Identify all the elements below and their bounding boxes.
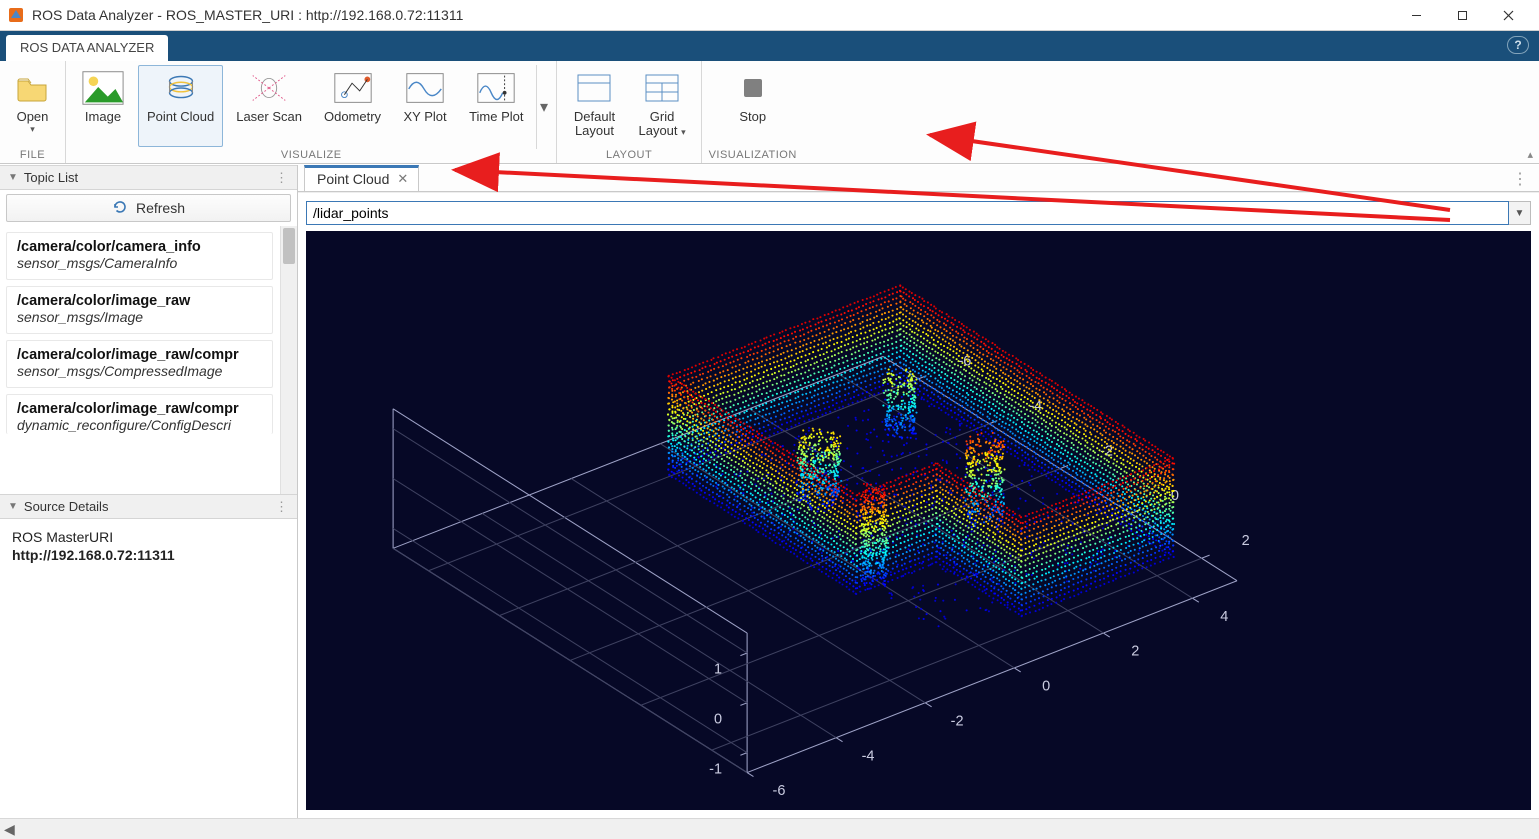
source-details-title: Source Details [24,499,109,514]
source-key: ROS MasterURI [12,529,285,545]
tab-label: Point Cloud [317,171,389,187]
layout-group-label: LAYOUT [606,149,652,163]
laserscan-label: Laser Scan [236,110,302,124]
svg-text:-2: -2 [951,713,964,729]
sidebar: ▼ Topic List ⋮ Refresh /camera/color/cam… [0,165,298,818]
topic-type: sensor_msgs/CameraInfo [17,255,262,271]
close-button[interactable] [1485,0,1531,30]
refresh-icon [112,199,128,218]
open-button[interactable]: Open ▾ [2,65,64,147]
svg-text:-6: -6 [773,783,786,799]
visualize-expand[interactable]: ▾ [536,65,550,149]
svg-text:2: 2 [1131,644,1139,660]
timeplot-icon [474,68,518,108]
svg-text:2: 2 [1242,533,1250,549]
stop-button[interactable]: Stop [708,65,798,147]
default-layout-icon [572,68,616,108]
topic-type: sensor_msgs/CompressedImage [17,363,262,379]
pointcloud-button[interactable]: Point Cloud [138,65,223,147]
help-icon[interactable]: ? [1507,36,1529,54]
visualization-group-label: VISUALIZATION [709,149,797,163]
topic-type: dynamic_reconfigure/ConfigDescri [17,417,262,433]
list-item[interactable]: /camera/color/image_raw/compr dynamic_re… [6,394,273,434]
svg-text:-4: -4 [862,748,875,764]
document-tabs: Point Cloud ✕ ⋮ [298,165,1539,192]
xyplot-label: XY Plot [404,110,447,124]
scrollbar[interactable] [280,226,297,494]
list-item[interactable]: /camera/color/image_raw sensor_msgs/Imag… [6,286,273,334]
pointcloud-canvas[interactable]: -101-6-4-2024-6-4-202 [306,231,1531,810]
default-layout-label: Default Layout [574,110,615,139]
title-bar: ROS Data Analyzer - ROS_MASTER_URI : htt… [0,0,1539,31]
svg-text:0: 0 [1042,679,1050,695]
image-button[interactable]: Image [72,65,134,147]
chevron-down-icon: ▼ [8,172,18,183]
close-tab-icon[interactable]: ✕ [397,171,408,187]
topic-name: /camera/color/camera_info [17,239,262,255]
topic-select-input[interactable] [306,201,1509,225]
source-details: ROS MasterURI http://192.168.0.72:11311 [0,519,297,573]
xyplot-icon [403,68,447,108]
tab-pointcloud[interactable]: Point Cloud ✕ [304,165,419,191]
topic-list-header[interactable]: ▼ Topic List ⋮ [0,165,297,190]
topic-list-title: Topic List [24,170,78,185]
image-label: Image [85,110,121,124]
timeplot-button[interactable]: Time Plot [460,65,532,147]
grid-layout-icon [640,68,684,108]
topic-type: sensor_msgs/Image [17,309,262,325]
image-icon [81,68,125,108]
back-icon[interactable]: ◀ [4,821,15,838]
list-item[interactable]: /camera/color/image_raw/compr sensor_msg… [6,340,273,388]
grid-layout-label: Grid Layout [638,109,677,138]
stop-label: Stop [739,110,766,124]
topic-name: /camera/color/image_raw/compr [17,347,262,363]
odometry-icon [331,68,375,108]
pointcloud-icon [159,68,203,108]
topic-name: /camera/color/image_raw [17,293,262,309]
xyplot-button[interactable]: XY Plot [394,65,456,147]
source-value: http://192.168.0.72:11311 [12,547,285,563]
ribbon-strip: ROS DATA ANALYZER ? [0,31,1539,61]
timeplot-label: Time Plot [469,110,523,124]
folder-icon [11,68,55,108]
odometry-label: Odometry [324,110,381,124]
maximize-button[interactable] [1439,0,1485,30]
open-dropdown-icon: ▾ [30,124,35,135]
window-title: ROS Data Analyzer - ROS_MASTER_URI : htt… [32,7,463,23]
pointcloud-label: Point Cloud [147,110,214,124]
toolstrip: Open ▾ FILE Image Point Cloud [0,61,1539,164]
laserscan-icon [247,68,291,108]
topic-list-menu[interactable]: ⋮ [275,170,289,186]
topic-select-dropdown[interactable]: ▼ [1509,201,1531,225]
refresh-label: Refresh [136,200,185,216]
grid-layout-dd-icon: ▾ [681,127,686,137]
status-bar: ◀ [0,818,1539,839]
minimize-button[interactable] [1393,0,1439,30]
source-details-header[interactable]: ▼ Source Details ⋮ [0,494,297,519]
collapse-toolstrip-icon[interactable]: ▴ [1527,148,1533,161]
chevron-down-icon: ▼ [8,501,18,512]
ribbon-tab-ros[interactable]: ROS DATA ANALYZER [6,35,168,61]
app-icon [8,7,24,23]
open-label: Open [17,110,49,124]
visualize-group-label: VISUALIZE [281,149,342,163]
source-details-menu[interactable]: ⋮ [275,499,289,515]
document-menu[interactable]: ⋮ [1512,169,1529,189]
svg-text:4: 4 [1220,609,1228,625]
list-item[interactable]: /camera/color/camera_info sensor_msgs/Ca… [6,232,273,280]
laserscan-button[interactable]: Laser Scan [227,65,311,147]
svg-text:0: 0 [714,711,722,727]
content-area: Point Cloud ✕ ⋮ ▼ -101-6-4-2024-6-4-202 [298,165,1539,818]
topic-list: /camera/color/camera_info sensor_msgs/Ca… [0,226,297,494]
default-layout-button[interactable]: Default Layout [563,65,625,147]
file-group-label: FILE [20,149,45,163]
refresh-button[interactable]: Refresh [6,194,291,222]
topic-name: /camera/color/image_raw/compr [17,401,262,417]
odometry-button[interactable]: Odometry [315,65,390,147]
grid-layout-button[interactable]: Grid Layout ▾ [629,65,694,147]
svg-text:-1: -1 [709,761,722,777]
stop-icon [731,68,775,108]
